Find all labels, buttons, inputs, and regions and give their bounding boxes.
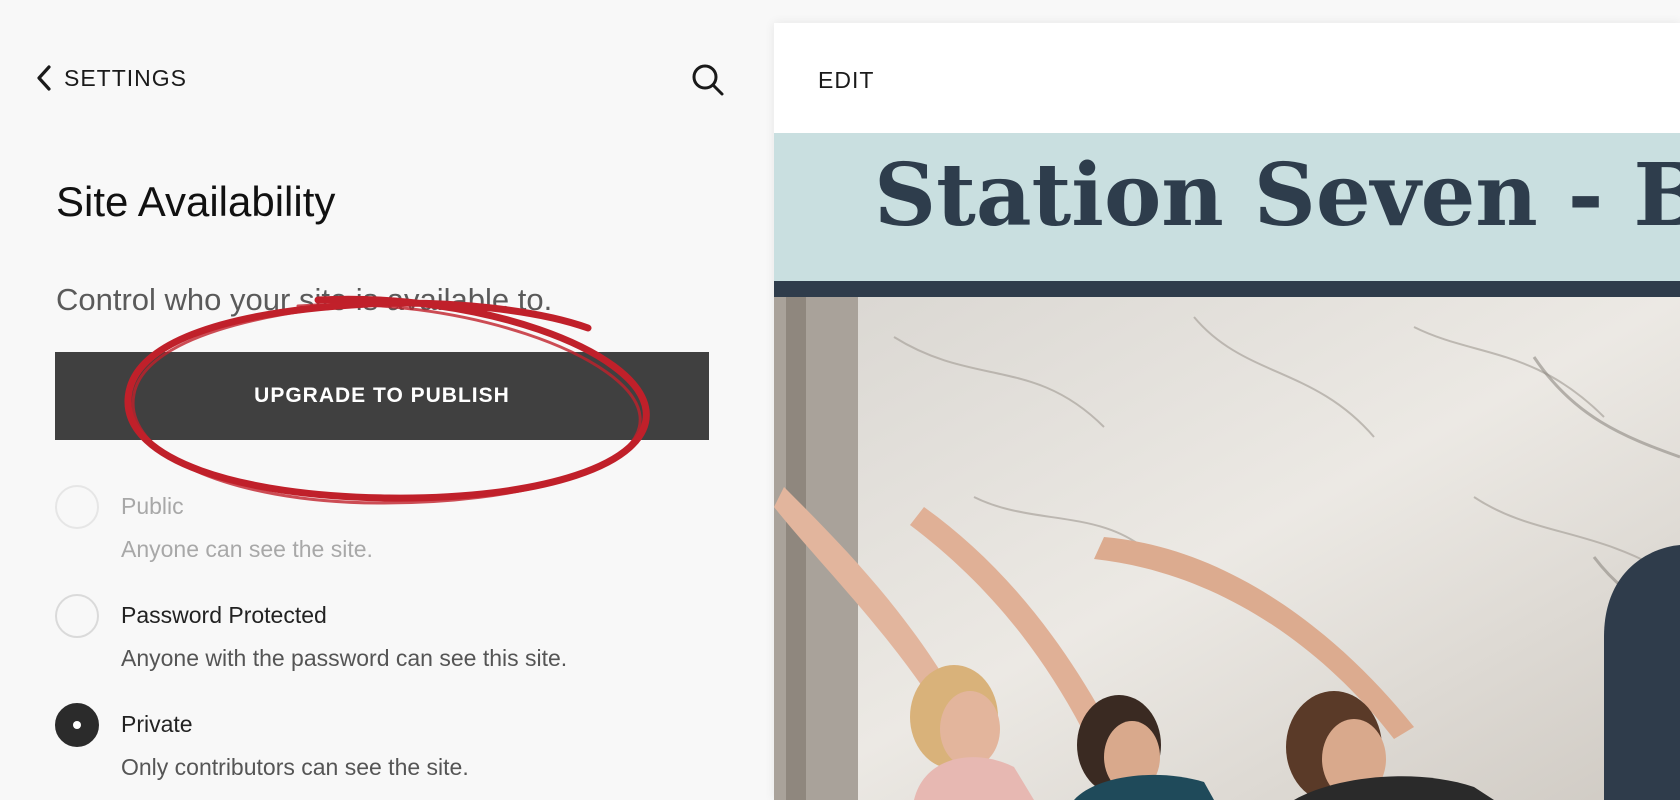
settings-topbar: SETTINGS xyxy=(0,0,774,160)
option-label: Password Protected xyxy=(121,602,327,628)
public-radio[interactable] xyxy=(55,485,99,529)
back-label: SETTINGS xyxy=(64,64,188,91)
option-description: Only contributors can see the site. xyxy=(121,754,469,780)
edit-button[interactable]: EDIT xyxy=(818,67,874,94)
option-label: Private xyxy=(121,711,193,737)
availability-option-private[interactable]: Private Only contributors can see the si… xyxy=(55,703,715,793)
site-title: Station Seven - Blog xyxy=(874,145,1680,246)
hero-image xyxy=(774,297,1680,800)
private-radio[interactable] xyxy=(55,703,99,747)
chevron-left-icon xyxy=(37,65,51,91)
option-label: Public xyxy=(121,493,184,519)
search-icon xyxy=(692,64,724,96)
availability-option-password[interactable]: Password Protected Anyone with the passw… xyxy=(55,594,715,684)
settings-panel: SETTINGS Site Availability Control who y… xyxy=(0,0,774,800)
page-subtitle: Control who your site is available to. xyxy=(56,282,553,317)
header-divider xyxy=(774,281,1680,297)
site-header-banner: Station Seven - Blog xyxy=(774,133,1680,281)
password-protected-radio[interactable] xyxy=(55,594,99,638)
page-title: Site Availability xyxy=(56,178,336,225)
search-button[interactable] xyxy=(690,62,726,98)
option-description: Anyone with the password can see this si… xyxy=(121,645,568,671)
yoga-class-photo xyxy=(774,297,1680,800)
option-description: Anyone can see the site. xyxy=(121,536,373,562)
site-preview: EDIT Station Seven - Blog xyxy=(774,23,1680,800)
availability-option-public[interactable]: Public Anyone can see the site. xyxy=(55,485,715,575)
upgrade-to-publish-button[interactable]: UPGRADE TO PUBLISH xyxy=(55,352,709,440)
back-to-settings-button[interactable]: SETTINGS xyxy=(34,62,187,94)
